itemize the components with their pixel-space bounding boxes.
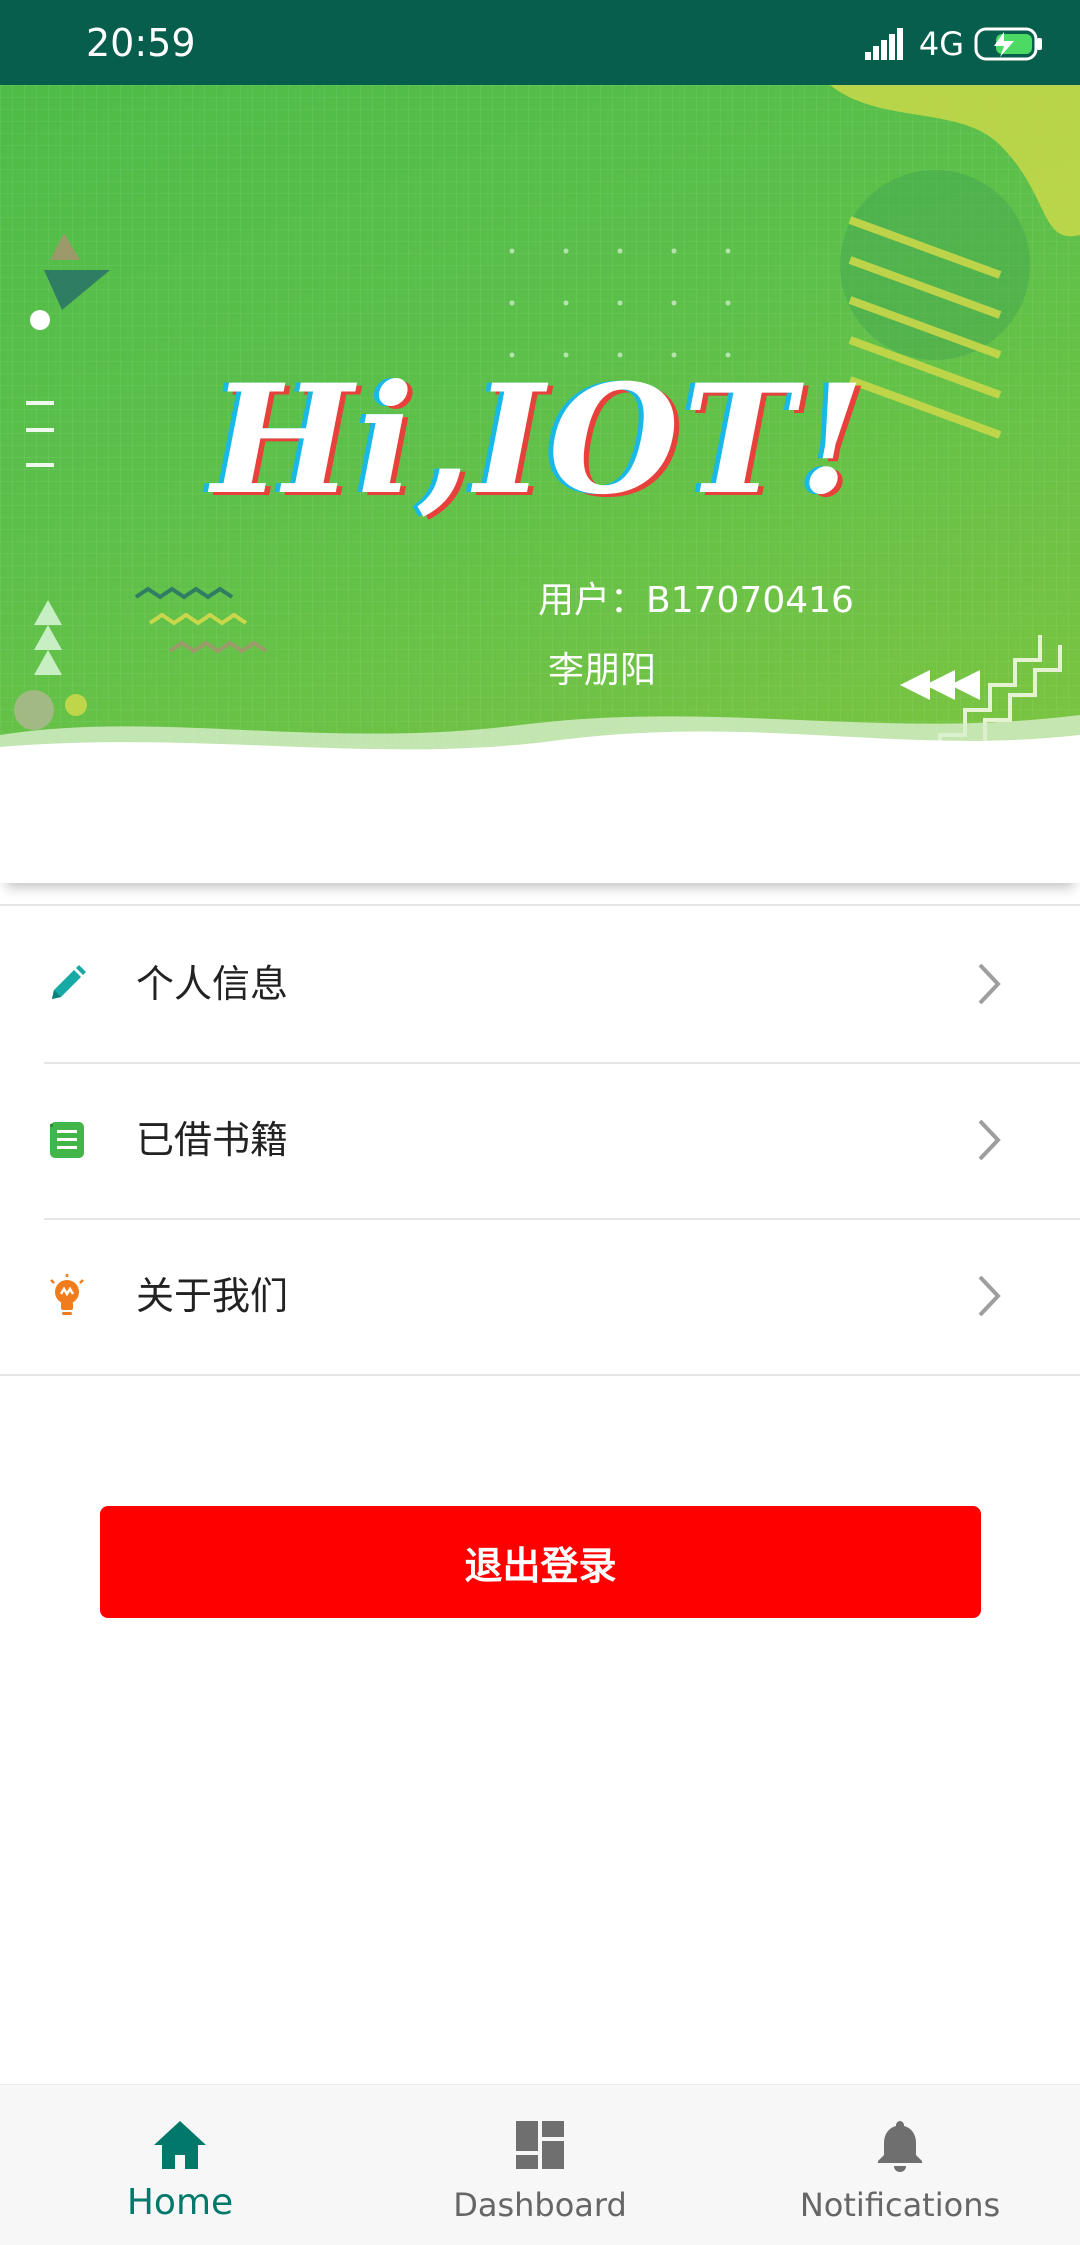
user-name: 李朋阳: [548, 650, 657, 691]
nav-label: Home: [126, 2182, 234, 2223]
network-type: 4G: [918, 25, 964, 63]
home-icon: [154, 2121, 206, 2169]
profile-menu: 个人信息 已借书籍 关于我们: [0, 904, 1080, 1376]
chevron-right-icon: [978, 1119, 1001, 1161]
banner-card-bottom: [0, 760, 1080, 883]
nav-item-home[interactable]: Home: [0, 2085, 360, 2245]
dashboard-icon: [516, 2121, 564, 2169]
menu-item-personal-info[interactable]: 个人信息: [0, 906, 1080, 1062]
nav-label: Dashboard: [453, 2186, 627, 2224]
greeting-title: Hi,IOT!: [211, 352, 869, 528]
user-id: 用户：B17070416: [538, 580, 854, 621]
notebook-icon: [44, 1117, 90, 1163]
nav-item-notifications[interactable]: Notifications: [720, 2085, 1080, 2245]
chevron-right-icon: [978, 1275, 1001, 1317]
nav-label: Notifications: [799, 2186, 1001, 2224]
lightbulb-icon: [44, 1273, 90, 1319]
menu-item-about-us[interactable]: 关于我们: [0, 1218, 1080, 1374]
logout-button[interactable]: 退出登录: [100, 1506, 981, 1618]
battery-charging-icon: [974, 27, 1042, 61]
signal-bars-icon: [864, 28, 903, 60]
chevron-right-icon: [978, 963, 1001, 1005]
menu-item-label: 个人信息: [136, 962, 289, 1006]
menu-item-label: 已借书籍: [136, 1118, 289, 1162]
nav-item-dashboard[interactable]: Dashboard: [360, 2085, 720, 2245]
menu-item-label: 关于我们: [136, 1274, 289, 1318]
pencil-icon: [44, 961, 90, 1007]
profile-banner: Hi,IOT! 用户：B17070416 李朋阳: [0, 85, 1080, 760]
bottom-navigation: Home Dashboard Notifications: [0, 2084, 1080, 2245]
status-bar: 20:59 4G: [0, 0, 1080, 85]
status-time: 20:59: [86, 21, 196, 65]
menu-item-borrowed-books[interactable]: 已借书籍: [0, 1062, 1080, 1218]
status-indicators: 4G: [864, 24, 1044, 64]
bell-icon: [878, 2121, 922, 2172]
